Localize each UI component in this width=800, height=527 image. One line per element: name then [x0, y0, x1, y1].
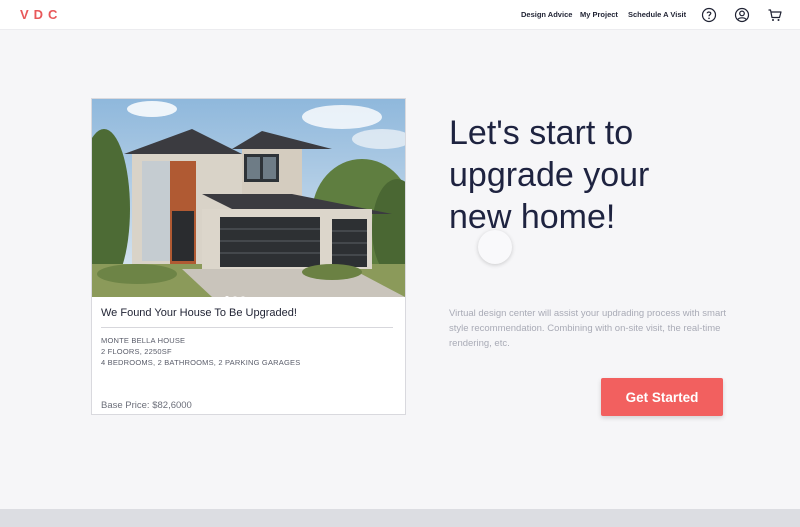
carousel-dot[interactable]: [241, 296, 245, 297]
card-title: We Found Your House To Be Upgraded!: [101, 307, 297, 319]
base-price: Base Price: $82,6000: [101, 400, 192, 411]
nav-schedule-visit[interactable]: Schedule A Visit: [628, 10, 686, 19]
house-illustration: [92, 99, 405, 297]
carousel-dot[interactable]: [225, 296, 229, 297]
house-card: We Found Your House To Be Upgraded! MONT…: [91, 98, 406, 415]
headline-line-1: Let's start to: [449, 114, 634, 152]
footer-band: [0, 509, 800, 527]
house-rooms: 4 BEDROOMS, 2 BATHROOMS, 2 PARKING GARAG…: [101, 358, 301, 367]
nav-my-project[interactable]: My Project: [580, 10, 618, 19]
help-icon[interactable]: [701, 7, 717, 23]
house-photo: [92, 99, 405, 297]
headline-line-2: upgrade your: [449, 156, 650, 194]
loading-spinner: [478, 230, 512, 264]
carousel-dots: [225, 287, 249, 297]
house-floors: 2 FLOORS, 2250SF: [101, 347, 172, 356]
cart-icon[interactable]: [767, 7, 783, 23]
card-divider: [101, 327, 393, 328]
nav-design-advice[interactable]: Design Advice: [521, 10, 572, 19]
get-started-button[interactable]: Get Started: [601, 378, 723, 416]
hero-description: Virtual design center will assist your u…: [449, 308, 727, 349]
top-nav-bar: VDC Design Advice My Project Schedule A …: [0, 0, 800, 30]
account-icon[interactable]: [734, 7, 750, 23]
hero-headline: Let's start to upgrade your new home!: [449, 112, 749, 238]
carousel-dot[interactable]: [233, 296, 237, 297]
house-name: MONTE BELLA HOUSE: [101, 336, 186, 345]
logo[interactable]: VDC: [20, 7, 62, 22]
